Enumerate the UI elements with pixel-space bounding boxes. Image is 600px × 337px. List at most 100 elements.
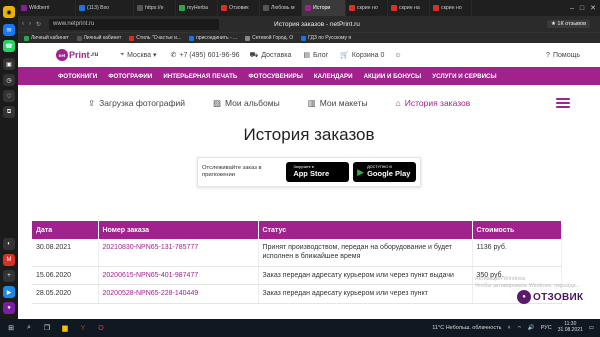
add-icon[interactable]: +	[3, 270, 15, 282]
opera-logo-icon[interactable]: ◉	[3, 6, 15, 18]
tab-favicon	[137, 5, 143, 11]
tab-link[interactable]: https://e	[134, 0, 176, 16]
order-number-link[interactable]: 20200528-NPN65-228-140449	[103, 290, 199, 297]
menu-item-photobooks[interactable]: ФОТОКНИГИ	[58, 73, 108, 80]
site-logo[interactable]: net Print .ru	[56, 49, 98, 61]
opera-icon[interactable]: O	[94, 321, 108, 335]
city-selector[interactable]: ⌖ Москва ▾	[120, 51, 156, 59]
tab-myherbal[interactable]: myHerba	[176, 0, 218, 16]
google-play-button[interactable]: ▶ ДОСТУПНО В Google Play	[353, 162, 416, 182]
location-pin-icon: ⌖	[120, 51, 125, 58]
bookmark-item[interactable]: ГДЗ по Русскому я	[301, 35, 351, 41]
sidebar-item-icon[interactable]: ⧉	[3, 106, 15, 118]
hamburger-menu-icon[interactable]	[556, 98, 570, 108]
gplay-big-text: Google Play	[367, 169, 411, 179]
delivery-link[interactable]: ⛟ Доставка	[250, 51, 292, 60]
cart-icon: 🛒	[340, 52, 349, 59]
browser-sidebar: ◉ ✉ ☎ ▣ ◷ ♡ ⧉ ◐ M + ▶ ●	[0, 0, 18, 319]
bookmark-item[interactable]: Сетевой Город. О	[245, 35, 293, 41]
bookmark-item[interactable]: Стиль "Счастье и...	[129, 35, 181, 41]
bookmark-item[interactable]: присоединить - ...	[189, 35, 237, 41]
sidebar-item-icon[interactable]: ♡	[3, 90, 15, 102]
maximize-icon[interactable]: □	[580, 5, 584, 12]
whatsapp-icon[interactable]: ☎	[3, 40, 15, 52]
account-icon[interactable]: ☺	[394, 52, 401, 59]
column-header-cost[interactable]: Стоимость	[472, 221, 562, 239]
blog-link[interactable]: ▤ Блог	[303, 51, 329, 60]
bookmark-label: Стиль "Счастье и...	[136, 35, 182, 41]
cart-link[interactable]: 🛒 Корзина 0	[340, 51, 384, 60]
clock[interactable]: 11:30 31.08.2021	[558, 321, 583, 334]
address-bar: ‹ › ↻ www.netprint.ru История заказов - …	[18, 16, 600, 32]
order-number-link[interactable]: 20200615-NPN65-401-987477	[103, 272, 199, 279]
order-date: 30.08.2021	[32, 239, 99, 267]
sidebar-item-icon[interactable]: ●	[3, 302, 15, 314]
menu-item-services[interactable]: УСЛУГИ И СЕРВИСЫ	[432, 73, 507, 80]
menu-item-calendars[interactable]: КАЛЕНДАРИ	[314, 73, 364, 80]
tab-favicon	[305, 5, 311, 11]
column-header-number[interactable]: Номер заказа	[98, 221, 259, 239]
city-label: Москва ▾	[127, 52, 157, 59]
table-header-row: Дата Номер заказа Статус Стоимость	[32, 221, 562, 239]
file-explorer-icon[interactable]: ▆	[58, 321, 72, 335]
bookmark-label: Личный кабинет	[83, 35, 122, 41]
page-title: История заказов - netPrint.ru	[274, 20, 360, 28]
tab-label: Истори	[313, 5, 331, 11]
notifications-icon[interactable]: ▭	[589, 325, 594, 331]
tab-screenshot[interactable]: скрин но	[430, 0, 472, 16]
weather-widget[interactable]: 11°C Небольш. облачность	[432, 325, 501, 331]
back-icon[interactable]: ‹	[22, 21, 24, 28]
network-icon[interactable]: ⌔	[517, 325, 522, 332]
windows-start-icon[interactable]: ⊞	[4, 321, 18, 335]
menu-item-promotions[interactable]: АКЦИИ И БОНУСЫ	[364, 73, 433, 80]
phone-link[interactable]: ✆ +7 (495) 601-96-96	[171, 51, 240, 60]
yandex-browser-icon[interactable]: Y	[76, 321, 90, 335]
url-field[interactable]: www.netprint.ru	[49, 18, 220, 30]
logo-badge: net	[56, 49, 68, 61]
tab-love[interactable]: Любовь м	[260, 0, 302, 16]
app-store-button[interactable]: Загрузите в App Store	[286, 162, 350, 182]
menu-item-photos[interactable]: ФОТОГРАФИИ	[108, 73, 163, 80]
bookmark-icon	[76, 35, 82, 41]
menu-item-interior-print[interactable]: ИНТЕРЬЕРНАЯ ПЕЧАТЬ	[163, 73, 248, 80]
sidebar-item-icon[interactable]: ◷	[3, 74, 15, 86]
sidebar-item-icon[interactable]: ▣	[3, 58, 15, 70]
reload-icon[interactable]: ↻	[36, 21, 41, 28]
tab-screenshot[interactable]: скрин но	[346, 0, 388, 16]
close-icon[interactable]: ✕	[590, 4, 596, 12]
my-albums-link[interactable]: ▨ Мои альбомы	[213, 98, 280, 109]
tab-order-history[interactable]: Истори	[302, 0, 346, 16]
minimize-icon[interactable]: –	[570, 5, 574, 12]
bookmark-item[interactable]: Личный кабинет	[24, 35, 69, 41]
tab-otzovik[interactable]: Отзовик	[218, 0, 260, 16]
blog-label: Блог	[313, 51, 329, 59]
layouts-label: Мои макеты	[319, 98, 368, 108]
column-header-date[interactable]: Дата	[32, 221, 99, 239]
task-view-icon[interactable]: ❐	[40, 321, 54, 335]
tab-inbox[interactable]: (113) Вхо	[76, 0, 134, 16]
menu-item-photo-souvenirs[interactable]: ФОТОСУВЕНИРЫ	[248, 73, 313, 80]
forward-icon[interactable]: ›	[29, 21, 31, 28]
blog-icon: ▤	[303, 52, 311, 59]
language-indicator[interactable]: РУС	[541, 325, 552, 331]
messenger-icon[interactable]: ✉	[3, 24, 15, 36]
tray-arrow-icon[interactable]: ˄	[508, 325, 511, 331]
mail-icon[interactable]: M	[3, 254, 15, 266]
order-history-link[interactable]: ⌂ История заказов	[396, 98, 471, 108]
volume-icon[interactable]: 🔊	[528, 325, 535, 331]
sidebar-item-icon[interactable]: ▶	[3, 286, 15, 298]
order-number-cell: 20200615-NPN65-401-987477	[98, 266, 259, 286]
tab-favicon	[79, 5, 85, 11]
tab-screenshot[interactable]: скрин на	[388, 0, 430, 16]
search-icon[interactable]: ⌕	[22, 321, 36, 335]
help-link[interactable]: ? Помощь	[546, 52, 580, 59]
tab-favicon	[221, 5, 227, 11]
sidebar-item-icon[interactable]: ◐	[3, 238, 15, 250]
tab-wildberries[interactable]: Wildberri	[18, 0, 76, 16]
order-number-link[interactable]: 20210830-NPN65-131-785777	[103, 244, 199, 251]
reviews-badge[interactable]: ★ 1К отзывов	[546, 20, 590, 28]
bookmark-item[interactable]: Личный кабинет	[76, 35, 122, 41]
column-header-status[interactable]: Статус	[258, 221, 473, 239]
upload-photos-link[interactable]: ⇪ Загрузка фотографий	[88, 98, 185, 109]
my-layouts-link[interactable]: ▥ Мои макеты	[308, 98, 368, 109]
